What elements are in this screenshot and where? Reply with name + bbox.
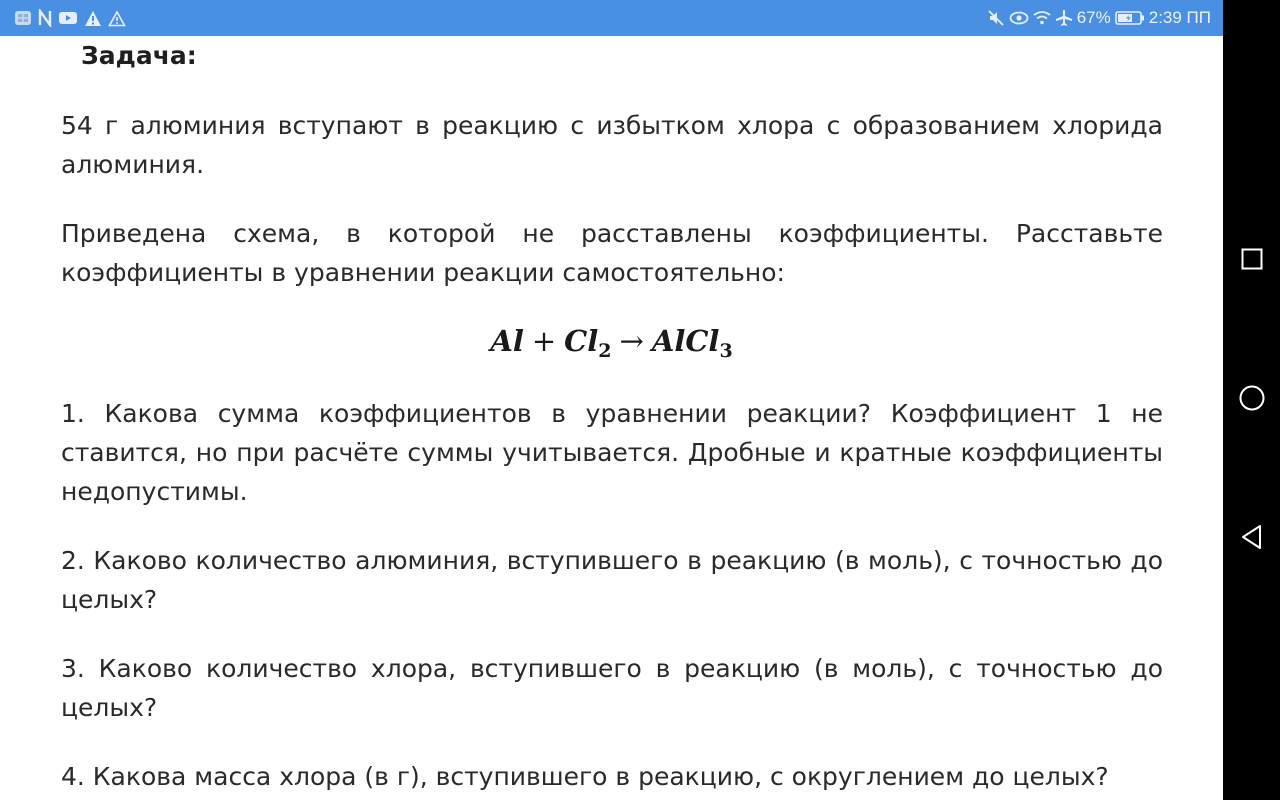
recent-apps-icon (1240, 247, 1264, 275)
problem-statement: 54 г алюминия вступают в реакцию с избыт… (61, 111, 1163, 179)
status-left (14, 0, 126, 36)
task-title: Задача: (81, 41, 197, 70)
reactant-cl-subscript: 2 (598, 340, 612, 362)
wifi-icon (1033, 10, 1051, 26)
back-icon (1240, 524, 1264, 554)
eye-icon (1009, 10, 1029, 26)
back-button[interactable] (1223, 509, 1280, 569)
reaction-equation: Al + Cl2 → AlCl3 (0, 324, 1223, 362)
navigation-bar (1223, 0, 1280, 800)
mute-icon (987, 9, 1005, 27)
home-button[interactable] (1223, 370, 1280, 430)
plus-sign: + (531, 324, 557, 358)
battery-icon (1114, 10, 1145, 26)
product-subscript: 3 (719, 340, 733, 362)
screenshot-icon (14, 9, 32, 27)
status-right: 67% 2:39 ПП (987, 0, 1211, 36)
question-2: 2. Каково количество алюминия, вступивше… (61, 546, 1163, 614)
recent-apps-button[interactable] (1223, 231, 1280, 291)
reactant-al: Al (490, 324, 524, 358)
question-1: 1. Какова сумма коэффициентов в уравнени… (61, 399, 1163, 506)
battery-percent: 67% (1076, 8, 1111, 27)
reaction-arrow: → (619, 324, 644, 358)
status-time: 2:39 ПП (1148, 8, 1211, 27)
status-bar: 67% 2:39 ПП (0, 0, 1223, 36)
warning-icon (84, 10, 102, 27)
home-icon (1238, 384, 1266, 416)
warning-outline-icon (108, 9, 126, 27)
question-4: 4. Какова масса хлора (в г), вступившего… (61, 762, 1109, 791)
n-app-icon (38, 9, 52, 27)
question-3: 3. Каково количество хлора, вступившего … (61, 654, 1163, 722)
youtube-icon (58, 10, 78, 26)
instructions: Приведена схема, в которой не расставлен… (61, 219, 1163, 287)
airplane-icon (1055, 9, 1073, 27)
product-alcl: AlCl (651, 324, 720, 358)
reactant-cl: Cl (564, 324, 599, 358)
content-area: Задача: 54 г алюминия вступают в реакцию… (0, 36, 1223, 800)
